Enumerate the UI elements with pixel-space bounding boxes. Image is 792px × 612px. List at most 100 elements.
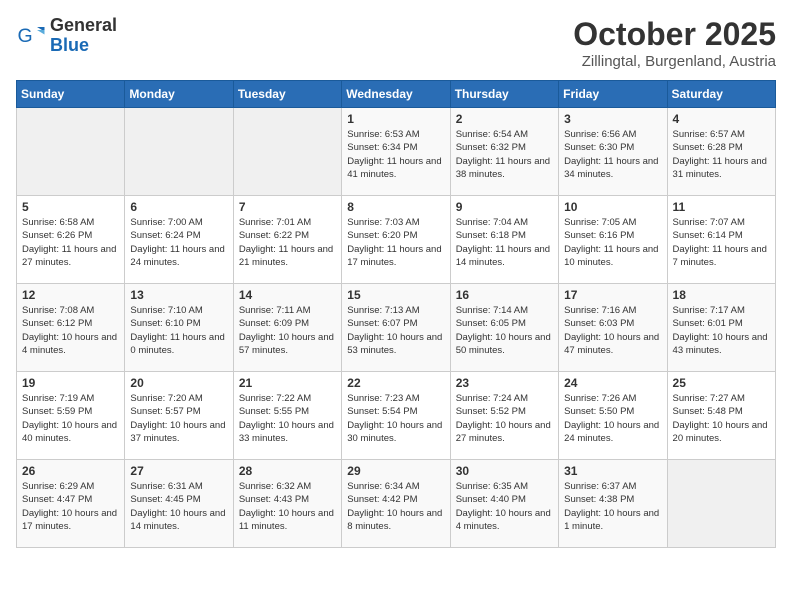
calendar-cell — [17, 108, 125, 196]
calendar-cell: 17 Sunrise: 7:16 AMSunset: 6:03 PMDayligh… — [559, 284, 667, 372]
month-title: October 2025 — [573, 16, 776, 53]
day-number: 11 — [673, 200, 770, 214]
day-detail: Sunrise: 7:11 AMSunset: 6:09 PMDaylight:… — [239, 304, 336, 357]
day-number: 2 — [456, 112, 553, 126]
weekday-header: Monday — [125, 81, 233, 108]
calendar-cell — [667, 460, 775, 548]
weekday-header: Wednesday — [342, 81, 450, 108]
day-detail: Sunrise: 6:32 AMSunset: 4:43 PMDaylight:… — [239, 480, 336, 533]
day-number: 14 — [239, 288, 336, 302]
day-detail: Sunrise: 7:04 AMSunset: 6:18 PMDaylight:… — [456, 216, 553, 269]
calendar-cell: 2Sunrise: 6:54 AMSunset: 6:32 PMDaylight… — [450, 108, 558, 196]
day-number: 28 — [239, 464, 336, 478]
calendar-cell: 3 Sunrise: 6:56 AMSunset: 6:30 PMDaylight… — [559, 108, 667, 196]
calendar-cell: 9 Sunrise: 7:04 AMSunset: 6:18 PMDaylight… — [450, 196, 558, 284]
day-detail: Sunrise: 6:56 AMSunset: 6:30 PMDaylight:… — [564, 128, 661, 181]
logo-blue: Blue — [50, 36, 117, 56]
day-detail: Sunrise: 7:19 AMSunset: 5:59 PMDaylight:… — [22, 392, 119, 445]
day-detail: Sunrise: 6:53 AMSunset: 6:34 PMDaylight:… — [347, 128, 444, 181]
day-number: 9 — [456, 200, 553, 214]
day-number: 23 — [456, 376, 553, 390]
day-detail: Sunrise: 7:08 AMSunset: 6:12 PMDaylight:… — [22, 304, 119, 357]
day-detail: Sunrise: 7:20 AMSunset: 5:57 PMDaylight:… — [130, 392, 227, 445]
day-number: 24 — [564, 376, 661, 390]
day-detail: Sunrise: 7:17 AMSunset: 6:01 PMDaylight:… — [673, 304, 770, 357]
day-number: 10 — [564, 200, 661, 214]
day-detail: Sunrise: 6:37 AMSunset: 4:38 PMDaylight:… — [564, 480, 661, 533]
day-detail: Sunrise: 7:00 AMSunset: 6:24 PMDaylight:… — [130, 216, 227, 269]
day-number: 26 — [22, 464, 119, 478]
day-detail: Sunrise: 7:27 AMSunset: 5:48 PMDaylight:… — [673, 392, 770, 445]
calendar-cell: 14 Sunrise: 7:11 AMSunset: 6:09 PMDayligh… — [233, 284, 341, 372]
weekday-header: Friday — [559, 81, 667, 108]
calendar-cell: 1 Sunrise: 6:53 AMSunset: 6:34 PMDaylight… — [342, 108, 450, 196]
calendar-week-row: 12 Sunrise: 7:08 AMSunset: 6:12 PMDayligh… — [17, 284, 776, 372]
calendar-cell: 31 Sunrise: 6:37 AMSunset: 4:38 PMDayligh… — [559, 460, 667, 548]
day-number: 8 — [347, 200, 444, 214]
day-detail: Sunrise: 6:31 AMSunset: 4:45 PMDaylight:… — [130, 480, 227, 533]
day-number: 16 — [456, 288, 553, 302]
weekday-header: Saturday — [667, 81, 775, 108]
day-detail: Sunrise: 7:16 AMSunset: 6:03 PMDaylight:… — [564, 304, 661, 357]
day-detail: Sunrise: 6:29 AMSunset: 4:47 PMDaylight:… — [22, 480, 119, 533]
calendar-week-row: 19 Sunrise: 7:19 AMSunset: 5:59 PMDayligh… — [17, 372, 776, 460]
calendar-cell: 18 Sunrise: 7:17 AMSunset: 6:01 PMDayligh… — [667, 284, 775, 372]
calendar-cell: 21Sunrise: 7:22 AMSunset: 5:55 PMDayligh… — [233, 372, 341, 460]
day-number: 13 — [130, 288, 227, 302]
day-detail: Sunrise: 7:14 AMSunset: 6:05 PMDaylight:… — [456, 304, 553, 357]
day-detail: Sunrise: 7:01 AMSunset: 6:22 PMDaylight:… — [239, 216, 336, 269]
calendar-cell: 29Sunrise: 6:34 AMSunset: 4:42 PMDayligh… — [342, 460, 450, 548]
calendar-week-row: 1 Sunrise: 6:53 AMSunset: 6:34 PMDaylight… — [17, 108, 776, 196]
logo-general: General — [50, 16, 117, 36]
day-number: 12 — [22, 288, 119, 302]
calendar-table: SundayMondayTuesdayWednesdayThursdayFrid… — [16, 80, 776, 548]
page-header: G General Blue October 2025 Zillingtal, … — [16, 16, 776, 70]
day-detail: Sunrise: 7:07 AMSunset: 6:14 PMDaylight:… — [673, 216, 770, 269]
day-detail: Sunrise: 7:22 AMSunset: 5:55 PMDaylight:… — [239, 392, 336, 445]
day-number: 18 — [673, 288, 770, 302]
day-number: 31 — [564, 464, 661, 478]
calendar-cell: 7 Sunrise: 7:01 AMSunset: 6:22 PMDaylight… — [233, 196, 341, 284]
calendar-cell: 11 Sunrise: 7:07 AMSunset: 6:14 PMDayligh… — [667, 196, 775, 284]
logo: G General Blue — [16, 16, 117, 56]
day-number: 27 — [130, 464, 227, 478]
title-block: October 2025 Zillingtal, Burgenland, Aus… — [573, 16, 776, 70]
day-detail: Sunrise: 7:13 AMSunset: 6:07 PMDaylight:… — [347, 304, 444, 357]
calendar-cell: 20 Sunrise: 7:20 AMSunset: 5:57 PMDayligh… — [125, 372, 233, 460]
calendar-cell: 16 Sunrise: 7:14 AMSunset: 6:05 PMDayligh… — [450, 284, 558, 372]
day-detail: Sunrise: 6:35 AMSunset: 4:40 PMDaylight:… — [456, 480, 553, 533]
calendar-cell: 30 Sunrise: 6:35 AMSunset: 4:40 PMDayligh… — [450, 460, 558, 548]
day-detail: Sunrise: 7:05 AMSunset: 6:16 PMDaylight:… — [564, 216, 661, 269]
day-detail: Sunrise: 7:26 AMSunset: 5:50 PMDaylight:… — [564, 392, 661, 445]
day-detail: Sunrise: 7:23 AMSunset: 5:54 PMDaylight:… — [347, 392, 444, 445]
weekday-header-row: SundayMondayTuesdayWednesdayThursdayFrid… — [17, 81, 776, 108]
calendar-cell — [233, 108, 341, 196]
day-number: 1 — [347, 112, 444, 126]
calendar-cell — [125, 108, 233, 196]
day-number: 20 — [130, 376, 227, 390]
calendar-cell: 13 Sunrise: 7:10 AMSunset: 6:10 PMDayligh… — [125, 284, 233, 372]
day-number: 22 — [347, 376, 444, 390]
day-detail: Sunrise: 7:03 AMSunset: 6:20 PMDaylight:… — [347, 216, 444, 269]
svg-text:G: G — [18, 25, 33, 47]
day-number: 3 — [564, 112, 661, 126]
day-number: 17 — [564, 288, 661, 302]
calendar-cell: 19 Sunrise: 7:19 AMSunset: 5:59 PMDayligh… — [17, 372, 125, 460]
day-number: 5 — [22, 200, 119, 214]
calendar-cell: 6Sunrise: 7:00 AMSunset: 6:24 PMDaylight… — [125, 196, 233, 284]
calendar-cell: 24 Sunrise: 7:26 AMSunset: 5:50 PMDayligh… — [559, 372, 667, 460]
day-detail: Sunrise: 7:10 AMSunset: 6:10 PMDaylight:… — [130, 304, 227, 357]
day-number: 30 — [456, 464, 553, 478]
calendar-cell: 27 Sunrise: 6:31 AMSunset: 4:45 PMDayligh… — [125, 460, 233, 548]
day-number: 7 — [239, 200, 336, 214]
weekday-header: Sunday — [17, 81, 125, 108]
calendar-cell: 8 Sunrise: 7:03 AMSunset: 6:20 PMDaylight… — [342, 196, 450, 284]
calendar-week-row: 5Sunrise: 6:58 AMSunset: 6:26 PMDaylight… — [17, 196, 776, 284]
logo-icon: G — [16, 21, 46, 51]
day-number: 19 — [22, 376, 119, 390]
calendar-week-row: 26 Sunrise: 6:29 AMSunset: 4:47 PMDayligh… — [17, 460, 776, 548]
calendar-cell: 26 Sunrise: 6:29 AMSunset: 4:47 PMDayligh… — [17, 460, 125, 548]
day-detail: Sunrise: 6:57 AMSunset: 6:28 PMDaylight:… — [673, 128, 770, 181]
weekday-header: Tuesday — [233, 81, 341, 108]
day-number: 25 — [673, 376, 770, 390]
